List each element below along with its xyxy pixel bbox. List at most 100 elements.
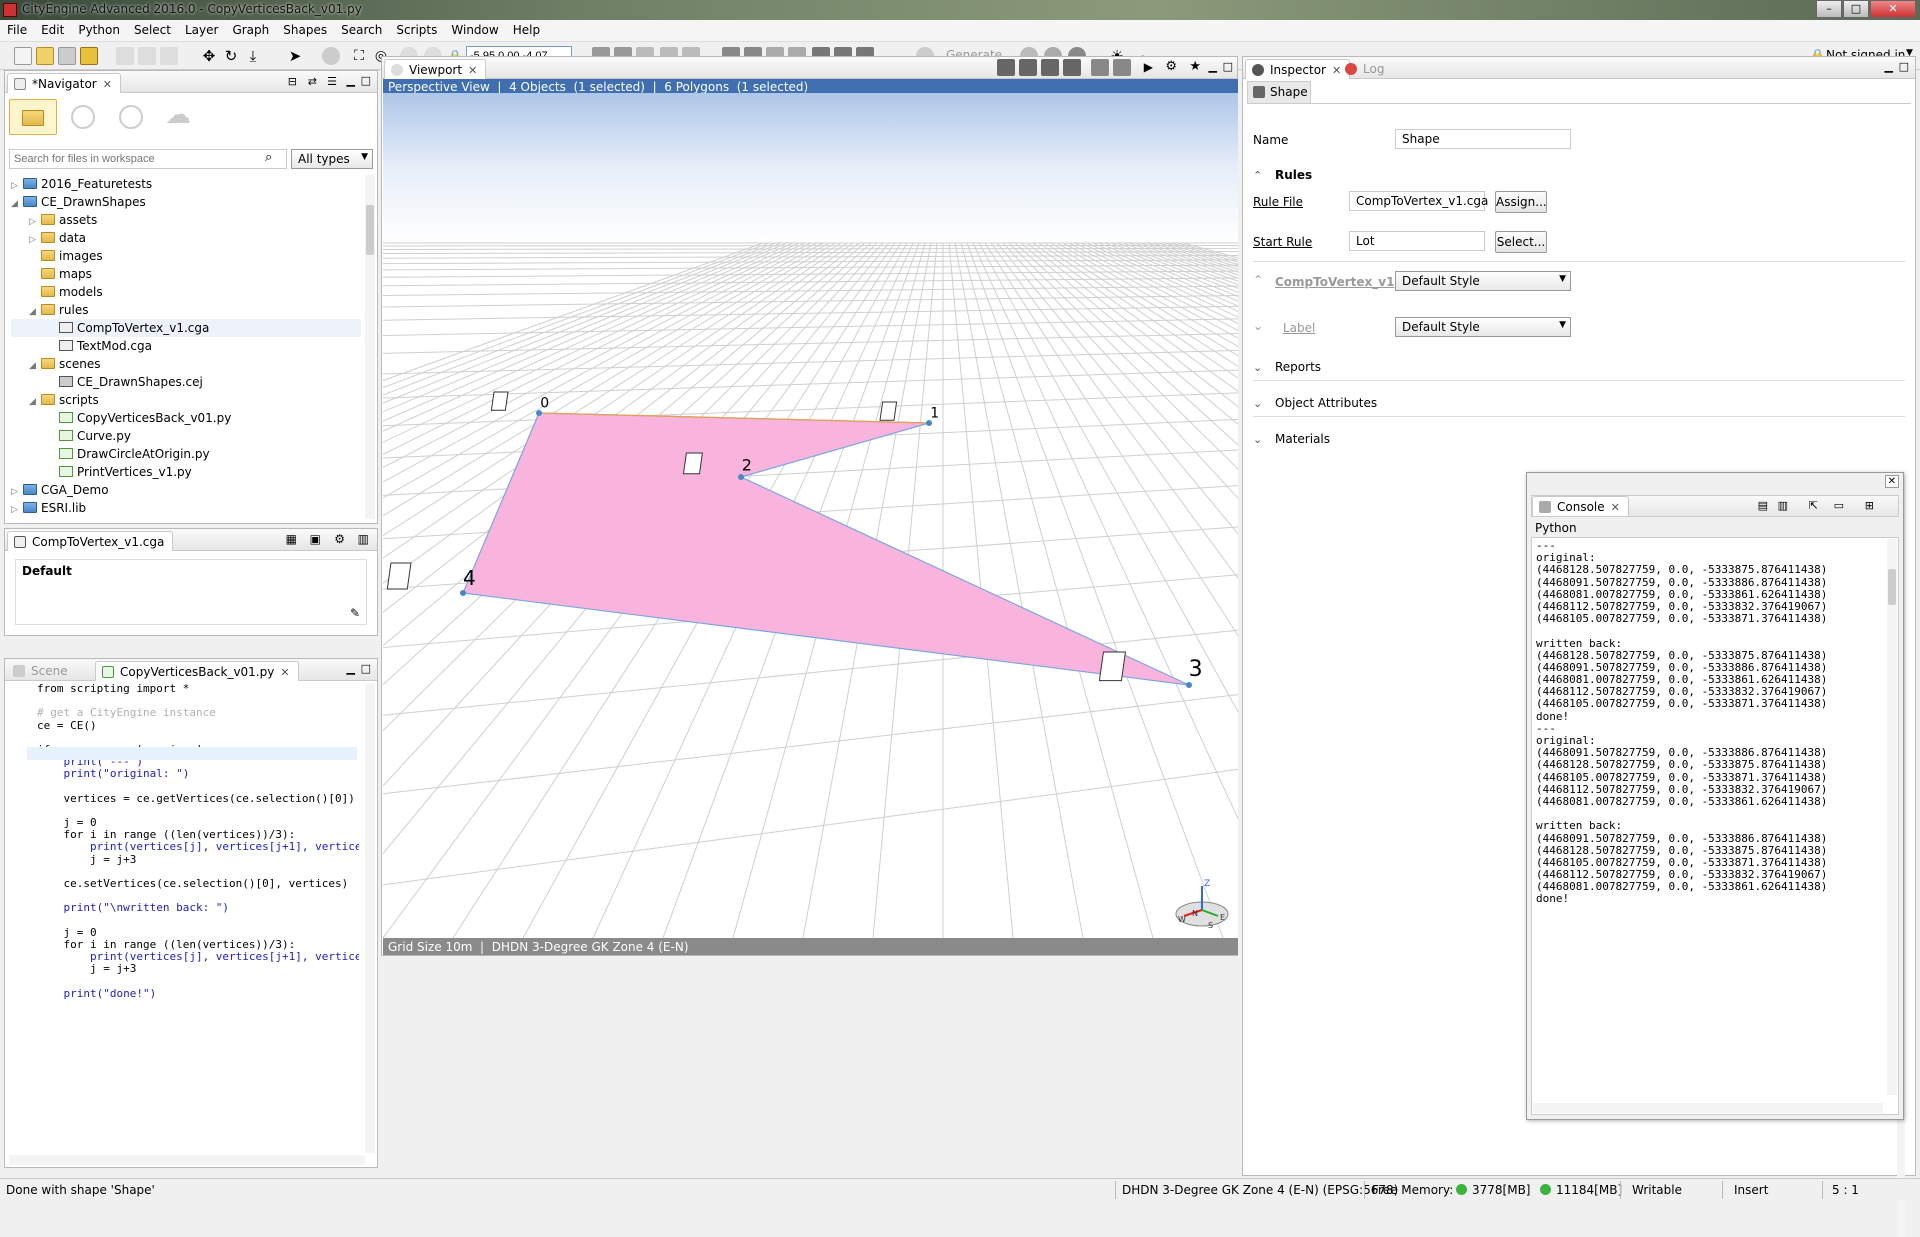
close-button[interactable]: ✕ <box>1870 0 1916 18</box>
rule-file-link[interactable]: Rule File <box>1253 195 1303 209</box>
menu-layer[interactable]: Layer <box>178 20 225 37</box>
pan-icon[interactable] <box>322 47 340 65</box>
menu-window[interactable]: Window <box>444 20 505 37</box>
close-icon[interactable]: ✕ <box>1611 501 1620 514</box>
tree-item[interactable]: ▷ CGA_Demo <box>11 481 361 499</box>
tab-viewport[interactable]: Viewport ✕ <box>384 59 487 79</box>
materials-section[interactable]: ⌄ Materials <box>1253 427 1905 453</box>
tree-item[interactable]: ◢ CE_DrawnShapes <box>11 193 361 211</box>
tree-scrollbar[interactable] <box>365 175 375 519</box>
tab-navigator[interactable]: *Navigator ✕ <box>7 73 121 93</box>
menu-shapes[interactable]: Shapes <box>276 20 334 37</box>
globe-icon[interactable] <box>71 105 95 129</box>
new-console-icon[interactable]: ⊞ <box>1865 499 1874 512</box>
type-filter-select[interactable]: All types ▼ <box>291 149 373 169</box>
tree-item[interactable]: images <box>11 247 361 265</box>
workspace-search-input[interactable] <box>9 149 287 169</box>
menu-graph[interactable]: Graph <box>225 20 276 37</box>
video-icon[interactable]: ▶ <box>1144 60 1153 74</box>
maximize-panel-icon[interactable]: □ <box>1899 60 1909 73</box>
minimize-panel-icon[interactable]: ▁ <box>1209 60 1217 73</box>
3d-canvas[interactable]: 0 1 2 3 4 Z N S E W <box>383 93 1238 938</box>
tree-item[interactable]: CopyVerticesBack_v01.py <box>11 409 361 427</box>
star-icon[interactable]: ★ <box>1189 59 1201 74</box>
tab-shape[interactable]: Shape <box>1247 81 1311 103</box>
tab-console[interactable]: Console ✕ <box>1532 496 1629 516</box>
close-icon[interactable]: ✕ <box>468 64 477 77</box>
wireframe-icon[interactable] <box>1019 59 1037 76</box>
maximize-panel-icon[interactable]: □ <box>361 74 371 87</box>
tab-log[interactable]: Log <box>1339 59 1392 79</box>
tree-item[interactable]: ◢ scenes <box>11 355 361 373</box>
chevron-up-icon[interactable]: ⌃ <box>1253 273 1263 287</box>
label-style-link[interactable]: Label <box>1283 321 1315 335</box>
console-hscrollbar[interactable] <box>1533 1103 1883 1113</box>
cut-icon[interactable] <box>116 47 134 65</box>
textured-icon[interactable] <box>1063 59 1081 76</box>
maximize-panel-icon[interactable]: □ <box>1223 60 1233 73</box>
tab-rule-file[interactable]: CompToVertex_v1.cga <box>7 531 174 551</box>
save-icon[interactable] <box>58 47 76 65</box>
menu-help[interactable]: Help <box>506 20 547 37</box>
collapse-icon[interactable]: ⊟ <box>288 75 297 88</box>
crs-indicator[interactable]: DHDN 3-Degree GK Zone 4 (E-N) (EPSG:5678… <box>1122 1183 1398 1197</box>
tab-inspector[interactable]: Inspector ✕ <box>1245 59 1351 79</box>
reports-section[interactable]: ⌄ Reports <box>1253 355 1905 381</box>
new-icon[interactable] <box>14 47 32 65</box>
console-scrollbar[interactable] <box>1887 539 1897 1095</box>
search-icon[interactable]: ⌕ <box>265 150 272 165</box>
expand-toggle-icon[interactable]: ▷ <box>11 501 23 519</box>
view-mode-icon[interactable] <box>997 59 1015 76</box>
tree-item[interactable]: DrawCircleAtOrigin.py <box>11 445 361 463</box>
menu-search[interactable]: Search <box>334 20 389 37</box>
pin-console-icon[interactable]: ⇱ <box>1809 499 1818 512</box>
tree-item[interactable]: CE_DrawnShapes.cej <box>11 373 361 391</box>
edit-style-icon[interactable]: ✎ <box>350 606 360 620</box>
close-icon[interactable]: ✕ <box>280 666 289 679</box>
maximize-button[interactable]: □ <box>1843 0 1869 18</box>
editor-hscrollbar[interactable] <box>9 1155 365 1165</box>
chevron-down-icon[interactable]: ⌄ <box>1253 319 1263 333</box>
label-style-select[interactable]: Default Style ▼ <box>1395 317 1571 337</box>
tab-python-file[interactable]: CopyVerticesBack_v01.py ✕ <box>95 661 299 681</box>
rules-section-header[interactable]: ⌃ Rules <box>1253 163 1905 189</box>
rule-style-link[interactable]: CompToVertex_v1 <box>1275 275 1394 289</box>
tree-item[interactable]: PrintVertices_v1.py <box>11 463 361 481</box>
link-icon[interactable]: ⇄ <box>308 75 317 88</box>
tree-item[interactable]: Curve.py <box>11 427 361 445</box>
camera-icon[interactable]: ▣ <box>310 532 321 546</box>
tree-item[interactable]: CompToVertex_v1.cga <box>11 319 361 337</box>
close-icon[interactable]: ✕ <box>1884 475 1899 488</box>
display-console-icon[interactable]: ▭ <box>1834 499 1844 512</box>
minimize-panel-icon[interactable]: ▁ <box>347 74 355 87</box>
menu-edit[interactable]: Edit <box>34 20 71 37</box>
clear-console-icon[interactable]: ▤ <box>1758 499 1768 512</box>
tree-item[interactable]: TextMod.cga <box>11 337 361 355</box>
frame-icon[interactable]: ⛶ <box>350 47 368 65</box>
rule-file-field[interactable]: CompToVertex_v1.cga <box>1349 191 1488 211</box>
workspace-button[interactable] <box>9 99 57 135</box>
rotate-icon[interactable]: ↻ <box>222 47 240 65</box>
minimize-button[interactable]: – <box>1816 0 1842 18</box>
tree-item[interactable]: ▷ 2016_Featuretests <box>11 175 361 193</box>
maximize-panel-icon[interactable]: □ <box>361 662 371 675</box>
console-output-area[interactable]: --- original: (4468128.507827759, 0.0, -53… <box>1531 537 1899 1115</box>
vertex-handle[interactable] <box>738 474 744 480</box>
tree-item[interactable]: ◢ scripts <box>11 391 361 409</box>
menu-python[interactable]: Python <box>71 20 127 37</box>
minimize-panel-icon[interactable]: ▁ <box>1885 60 1893 73</box>
vertex-handle[interactable] <box>1186 682 1192 688</box>
cloud-service-icon[interactable]: ☁ <box>165 102 191 128</box>
tree-item[interactable]: models <box>11 283 361 301</box>
copy-icon[interactable] <box>138 47 156 65</box>
settings-icon[interactable]: ⚙ <box>334 532 345 546</box>
name-field[interactable]: Shape <box>1395 129 1571 149</box>
grid-view-icon[interactable]: ▦ <box>286 532 297 546</box>
bookmark-icon[interactable] <box>1113 59 1131 76</box>
tree-item[interactable]: ◢ rules <box>11 301 361 319</box>
wand-icon[interactable] <box>80 47 98 65</box>
menu-select[interactable]: Select <box>127 20 178 37</box>
paste-icon[interactable] <box>160 47 178 65</box>
tree-item[interactable]: ▷ assets <box>11 211 361 229</box>
scale-icon[interactable]: ⤓ <box>244 47 262 65</box>
